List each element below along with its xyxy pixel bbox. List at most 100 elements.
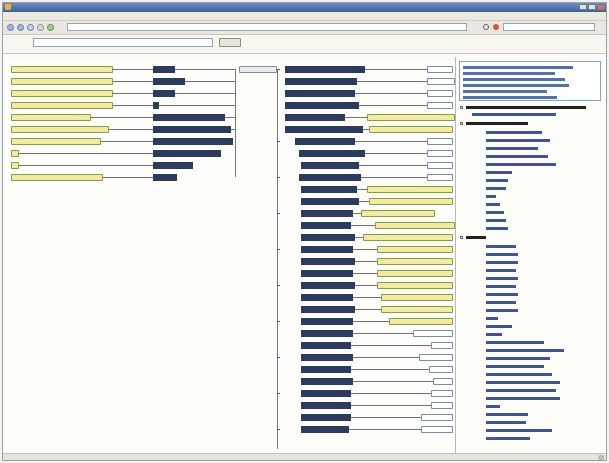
tree-item[interactable] (486, 219, 506, 222)
graph-node-dark[interactable] (301, 270, 353, 277)
graph-node-dark[interactable] (301, 258, 355, 265)
graph-node[interactable] (11, 114, 91, 121)
graph-node-dark[interactable] (301, 282, 355, 289)
graph-node-dark[interactable] (301, 378, 353, 385)
tree-item[interactable] (486, 203, 500, 206)
graph-node[interactable] (11, 138, 101, 145)
tree-item[interactable] (486, 253, 518, 256)
graph-literal[interactable] (427, 102, 453, 109)
close-icon[interactable] (597, 4, 605, 10)
graph-node[interactable] (369, 198, 453, 205)
tree-item[interactable] (486, 341, 544, 344)
back-icon[interactable] (7, 24, 14, 31)
tree-item[interactable] (486, 261, 518, 264)
tree-item[interactable] (486, 155, 548, 158)
tree-item[interactable] (486, 147, 538, 150)
url-bar[interactable] (67, 23, 467, 31)
tree-item[interactable] (486, 293, 518, 296)
resource-tree-panel[interactable] (455, 57, 606, 453)
graph-node[interactable] (11, 150, 19, 157)
tree-item[interactable] (486, 357, 550, 360)
graph-node-dark[interactable] (301, 246, 353, 253)
graph-literal[interactable] (427, 162, 453, 169)
tree-item[interactable] (486, 211, 504, 214)
graph-node-dark[interactable] (285, 90, 355, 97)
tree-item[interactable] (486, 437, 530, 440)
graph-node[interactable] (377, 282, 453, 289)
tree-item[interactable] (486, 139, 550, 142)
tree-item[interactable] (486, 187, 506, 190)
graph-node[interactable] (367, 186, 453, 193)
tree-item[interactable] (486, 317, 498, 320)
graph-node-dark[interactable] (285, 114, 345, 121)
tree-item[interactable] (486, 413, 528, 416)
graph-node-dark[interactable] (153, 162, 193, 169)
tree-section-label[interactable] (466, 236, 486, 239)
graph-node[interactable] (361, 210, 435, 217)
graph-node-dark[interactable] (301, 210, 353, 217)
graph-literal[interactable] (427, 90, 453, 97)
graph-node[interactable] (367, 114, 455, 121)
tree-item[interactable] (486, 245, 516, 248)
graph-node[interactable] (381, 294, 453, 301)
graph-node-dark[interactable] (301, 366, 351, 373)
graph-node-dark[interactable] (301, 402, 351, 409)
graph-node-dark[interactable] (301, 294, 353, 301)
search-engine-icon[interactable] (493, 24, 499, 30)
graph-literal[interactable] (431, 402, 453, 409)
tree-item[interactable] (486, 373, 552, 376)
expand-icon[interactable] (460, 106, 463, 109)
graph-literal[interactable] (431, 342, 453, 349)
graph-literal[interactable] (421, 426, 453, 433)
graph-literal[interactable] (427, 174, 453, 181)
resize-grip-icon[interactable] (598, 455, 604, 460)
tree-node-label[interactable] (472, 113, 556, 116)
go-button[interactable] (219, 38, 241, 47)
graph-node-dark[interactable] (301, 414, 351, 421)
graph-node-dark[interactable] (301, 186, 357, 193)
graph-node[interactable] (389, 318, 453, 325)
graph-node[interactable] (11, 126, 109, 133)
graph-literal[interactable] (427, 150, 453, 157)
graph-node-dark[interactable] (285, 126, 363, 133)
tree-item[interactable] (486, 285, 516, 288)
tree-item[interactable] (486, 163, 556, 166)
tree-item[interactable] (486, 421, 526, 424)
tree-item[interactable] (486, 301, 516, 304)
graph-node-dark[interactable] (299, 150, 365, 157)
tree-item[interactable] (486, 381, 560, 384)
minimize-icon[interactable] (579, 4, 587, 10)
search-icon[interactable] (483, 24, 489, 30)
graph-node-dark[interactable] (153, 150, 221, 157)
graph-node[interactable] (11, 102, 113, 109)
tree-item[interactable] (486, 325, 512, 328)
graph-node-dark[interactable] (299, 174, 361, 181)
tree-section-label[interactable] (466, 122, 528, 125)
graph-node[interactable] (377, 270, 453, 277)
tree-item[interactable] (486, 365, 544, 368)
resource-tree-header[interactable] (459, 61, 601, 101)
tree-item[interactable] (486, 397, 560, 400)
graph-literal[interactable] (427, 66, 453, 73)
graph-node[interactable] (375, 222, 455, 229)
expand-icon[interactable] (460, 236, 463, 239)
graph-node-dark[interactable] (153, 138, 233, 145)
graph-node-dark[interactable] (301, 162, 359, 169)
graph-literal[interactable] (421, 414, 453, 421)
tree-item[interactable] (486, 333, 502, 336)
graph-literal[interactable] (427, 78, 455, 85)
graph-canvas[interactable] (5, 57, 459, 453)
graph-node[interactable] (11, 78, 113, 85)
tree-item[interactable] (486, 227, 508, 230)
graph-node-dark[interactable] (301, 354, 353, 361)
graph-node[interactable] (11, 162, 19, 169)
graph-node[interactable] (11, 90, 113, 97)
resource-url-input[interactable] (33, 38, 213, 47)
graph-literal[interactable] (239, 66, 277, 73)
stop-icon[interactable] (37, 24, 44, 31)
graph-node-dark[interactable] (301, 234, 355, 241)
graph-literal[interactable] (433, 378, 453, 385)
graph-literal[interactable] (413, 330, 453, 337)
graph-node-dark[interactable] (153, 174, 177, 181)
tree-item[interactable] (486, 195, 496, 198)
